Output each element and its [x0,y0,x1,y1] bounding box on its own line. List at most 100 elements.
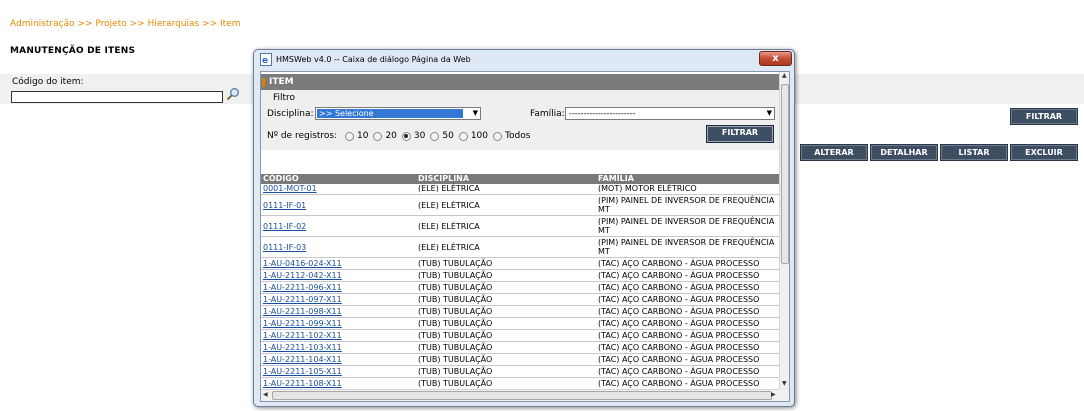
discipline-cell: (TUB) TUBULAÇÃO [418,307,493,316]
item-code-link[interactable]: 0111-IF-01 [263,201,306,210]
family-cell: (TAC) AÇO CARBONO - ÁGUA PROCESSO [598,259,760,268]
alter-button[interactable]: ALTERAR [800,144,868,161]
discipline-cell: (ELE) ELÉTRICA [418,201,480,210]
table-row[interactable]: 1-AU-2211-098-X11 (TUB) TUBULAÇÃO (TAC) AÇ… [261,307,779,318]
radio-20[interactable] [373,131,383,141]
item-code-link[interactable]: 0001-MOT-01 [263,184,317,193]
discipline-cell: (TUB) TUBULAÇÃO [418,295,493,304]
discipline-cell: (TUB) TUBULAÇÃO [418,259,493,268]
item-code-link[interactable]: 1-AU-2112-042-X11 [263,271,342,280]
section-header: ITEM [261,74,779,90]
item-code-link[interactable]: 1-AU-2211-096-X11 [263,283,342,292]
breadcrumb[interactable]: Administração >> Projeto >> Hierarquias … [10,19,241,29]
item-code-link[interactable]: 1-AU-2211-102-X11 [263,331,342,340]
dialog-content: ITEM Filtro Disciplina: >> Selecione ▼ F… [260,71,790,402]
radio-10[interactable] [345,131,354,141]
family-cell: (TAC) AÇO CARBONO - ÁGUA PROCESSO [598,283,760,292]
dropdown-arrow-icon[interactable]: ▼ [767,108,772,119]
discipline-cell: (TUB) TUBULAÇÃO [418,379,493,388]
registros-radio-group: 10 20 30 50 100 Todos [345,130,535,142]
ie-page-icon: e [260,53,272,66]
scroll-down-icon[interactable]: ▼ [782,380,787,387]
radio-100[interactable] [458,131,468,141]
item-code-input[interactable] [11,91,223,103]
table-row[interactable]: 0111-IF-01 (ELE) ELÉTRICA (PIM) PAINEL DE … [261,196,779,216]
item-code-link[interactable]: 0111-IF-03 [263,243,306,252]
family-cell: (TAC) AÇO CARBONO - ÁGUA PROCESSO [598,379,760,388]
section-accent [262,78,265,87]
discipline-cell: (ELE) ELÉTRICA [418,243,480,252]
radio-todos[interactable] [493,131,502,141]
table-row[interactable]: 1-AU-2211-104-X11 (TUB) TUBULAÇÃO (TAC) AÇ… [261,355,779,366]
dropdown-arrow-icon[interactable]: ▼ [473,108,478,119]
table-row[interactable]: 1-AU-2211-097-X11 (TUB) TUBULAÇÃO (TAC) AÇ… [261,295,779,306]
table-row[interactable]: 0111-IF-02 (ELE) ELÉTRICA (PIM) PAINEL DE … [261,217,779,237]
column-header-family[interactable]: FAMÍLIA [598,174,776,184]
discipline-cell: (TUB) TUBULAÇÃO [418,367,493,376]
item-code-link[interactable]: 1-AU-2211-108-X11 [263,379,342,388]
vertical-scroll-thumb[interactable] [781,84,789,264]
radio-label: 30 [413,131,426,141]
radio-label: 100 [470,131,488,141]
family-cell: (TAC) AÇO CARBONO - ÁGUA PROCESSO [598,307,760,316]
item-code-link[interactable]: 1-AU-2211-104-X11 [263,355,342,364]
family-cell: (TAC) AÇO CARBONO - ÁGUA PROCESSO [598,295,760,304]
scroll-left-icon[interactable]: ◀ [263,391,268,398]
table-row[interactable]: 1-AU-2211-105-X11 (TUB) TUBULAÇÃO (TAC) AÇ… [261,367,779,378]
discipline-cell: (TUB) TUBULAÇÃO [418,319,493,328]
table-row[interactable]: 1-AU-2211-102-X11 (TUB) TUBULAÇÃO (TAC) AÇ… [261,331,779,342]
delete-button[interactable]: EXCLUIR [1010,144,1078,161]
close-icon[interactable]: x [759,51,792,66]
size-grip [779,389,789,401]
radio-label: 50 [442,131,454,141]
family-cell: (TAC) AÇO CARBONO - ÁGUA PROCESSO [598,355,760,364]
radio-50[interactable] [430,131,440,141]
web-dialog: e HMSWeb v4.0 -- Caixa de diálogo Página… [253,49,795,407]
table-row[interactable]: 0111-IF-03 (ELE) ELÉTRICA (PIM) PAINEL DE … [261,238,779,258]
table-row[interactable]: 1-AU-2211-096-X11 (TUB) TUBULAÇÃO (TAC) AÇ… [261,283,779,294]
discipline-cell: (TUB) TUBULAÇÃO [418,271,493,280]
filter-button-page[interactable]: FILTRAR [1010,108,1078,125]
family-cell: (TAC) AÇO CARBONO - ÁGUA PROCESSO [598,343,760,352]
item-code-link[interactable]: 0111-IF-02 [263,222,306,231]
table-header: CÓDIGO DISCIPLINA FAMÍLIA [261,174,779,184]
scroll-right-icon[interactable]: ▶ [771,391,776,398]
filter-button[interactable]: FILTRAR [706,125,774,143]
svg-text:e: e [262,56,268,65]
radio-30[interactable] [401,131,411,141]
familia-select[interactable]: ----------------------- ▼ [565,107,775,120]
table-row[interactable]: 1-AU-2211-099-X11 (TUB) TUBULAÇÃO (TAC) AÇ… [261,319,779,330]
item-code-link[interactable]: 1-AU-2211-105-X11 [263,367,342,376]
search-icon[interactable] [226,87,240,101]
family-cell: (TAC) AÇO CARBONO - ÁGUA PROCESSO [598,271,760,280]
disciplina-select[interactable]: >> Selecione ▼ [315,107,481,120]
item-code-link[interactable]: 1-AU-2211-103-X11 [263,343,342,352]
family-cell: (PIM) PAINEL DE INVERSOR DE FREQUÊNCIA M… [598,238,775,256]
item-code-link[interactable]: 1-AU-2211-098-X11 [263,307,342,316]
vertical-scrollbar[interactable]: ▲ ▼ [779,72,789,389]
discipline-cell: (ELE) ELÉTRICA [418,222,480,231]
family-cell: (MOT) MOTOR ELÉTRICO [598,184,697,193]
disciplina-label: Disciplina: [267,109,314,119]
detail-button[interactable]: DETALHAR [870,144,938,161]
column-header-discipline[interactable]: DISCIPLINA [418,174,469,184]
horizontal-scroll-thumb[interactable] [272,391,772,400]
radio-label: 10 [357,131,369,141]
item-code-link[interactable]: 1-AU-2211-097-X11 [263,295,342,304]
discipline-cell: (TUB) TUBULAÇÃO [418,355,493,364]
item-code-label: Código do item: [12,77,84,87]
list-button[interactable]: LISTAR [940,144,1008,161]
table-row[interactable]: 0001-MOT-01 (ELE) ELÉTRICA (MOT) MOTOR ELÉ… [261,184,779,195]
family-cell: (PIM) PAINEL DE INVERSOR DE FREQUÊNCIA M… [598,217,775,235]
table-row[interactable]: 1-AU-0416-024-X11 (TUB) TUBULAÇÃO (TAC) AÇ… [261,259,779,270]
section-title: ITEM [269,77,294,87]
dialog-titlebar[interactable]: e HMSWeb v4.0 -- Caixa de diálogo Página… [254,50,794,69]
table-row[interactable]: 1-AU-2112-042-X11 (TUB) TUBULAÇÃO (TAC) AÇ… [261,271,779,282]
horizontal-scrollbar[interactable]: ◀ ▶ [261,389,779,401]
item-code-link[interactable]: 1-AU-0416-024-X11 [263,259,342,268]
item-code-link[interactable]: 1-AU-2211-099-X11 [263,319,342,328]
table-row[interactable]: 1-AU-2211-103-X11 (TUB) TUBULAÇÃO (TAC) AÇ… [261,343,779,354]
column-header-code[interactable]: CÓDIGO [263,174,299,184]
scroll-up-icon[interactable]: ▲ [782,72,787,79]
discipline-cell: (ELE) ELÉTRICA [418,184,480,193]
